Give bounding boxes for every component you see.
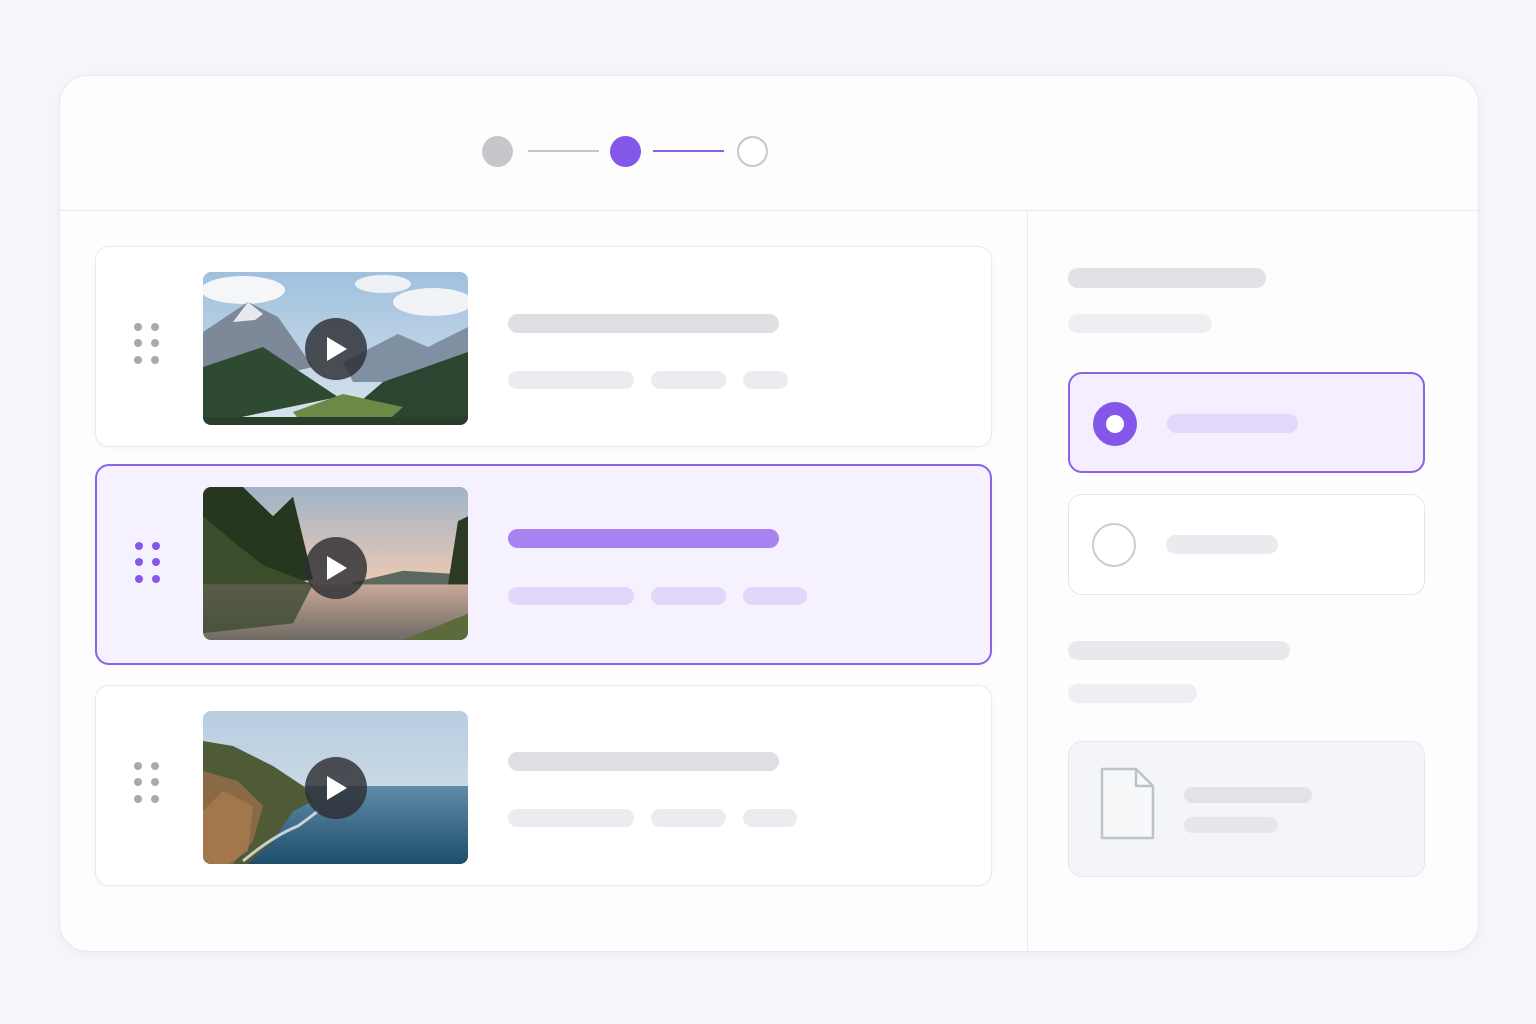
play-button[interactable] [305, 537, 367, 599]
option-label-placeholder [1166, 535, 1278, 554]
video-thumbnail[interactable] [203, 272, 468, 425]
meta-placeholder [743, 809, 797, 827]
step-connector-2 [653, 150, 724, 152]
meta-placeholder [508, 587, 634, 605]
meta-placeholder [651, 371, 726, 389]
radio-option-selected[interactable] [1068, 372, 1425, 473]
play-icon [327, 556, 347, 580]
stepper [60, 76, 1478, 211]
file-name-placeholder [1184, 787, 1312, 803]
meta-placeholder [743, 371, 788, 389]
video-title-placeholder [508, 752, 779, 771]
app-window [60, 76, 1478, 951]
radio-button-unchecked[interactable] [1092, 523, 1136, 567]
header [60, 76, 1478, 211]
meta-placeholder [651, 587, 726, 605]
drag-handle-icon[interactable] [134, 762, 160, 804]
video-list-item-selected[interactable] [95, 464, 992, 665]
option-label-placeholder [1167, 414, 1298, 433]
play-button[interactable] [305, 757, 367, 819]
play-icon [327, 337, 347, 361]
step-connector-1 [528, 150, 599, 152]
file-meta-placeholder [1184, 817, 1278, 833]
panel-subheading-placeholder [1068, 314, 1212, 333]
attachment-card[interactable] [1068, 741, 1425, 877]
video-title-placeholder [508, 529, 779, 548]
play-button[interactable] [305, 318, 367, 380]
drag-handle-icon[interactable] [135, 542, 161, 584]
meta-placeholder [508, 371, 634, 389]
meta-placeholder [508, 809, 634, 827]
step-2-current[interactable] [610, 136, 641, 167]
panel-divider [1027, 211, 1028, 951]
meta-placeholder [743, 587, 807, 605]
play-icon [327, 776, 347, 800]
file-icon [1100, 767, 1155, 840]
video-list-item[interactable] [95, 246, 992, 447]
video-list-item[interactable] [95, 685, 992, 886]
radio-option[interactable] [1068, 494, 1425, 595]
step-3-upcoming[interactable] [737, 136, 768, 167]
drag-handle-icon[interactable] [134, 323, 160, 365]
step-1-completed[interactable] [482, 136, 513, 167]
video-thumbnail[interactable] [203, 711, 468, 864]
meta-placeholder [651, 809, 726, 827]
section-heading-placeholder [1068, 641, 1290, 660]
radio-button-checked[interactable] [1093, 402, 1137, 446]
panel-heading-placeholder [1068, 268, 1266, 288]
video-thumbnail[interactable] [203, 487, 468, 640]
section-subheading-placeholder [1068, 684, 1197, 703]
video-title-placeholder [508, 314, 779, 333]
